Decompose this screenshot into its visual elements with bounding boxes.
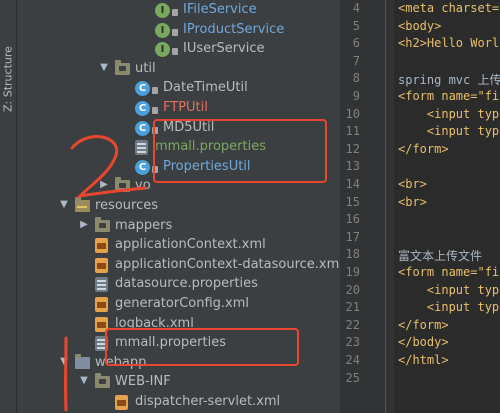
annotation-marks [64,135,147,412]
handwritten-two-mark [70,135,147,199]
